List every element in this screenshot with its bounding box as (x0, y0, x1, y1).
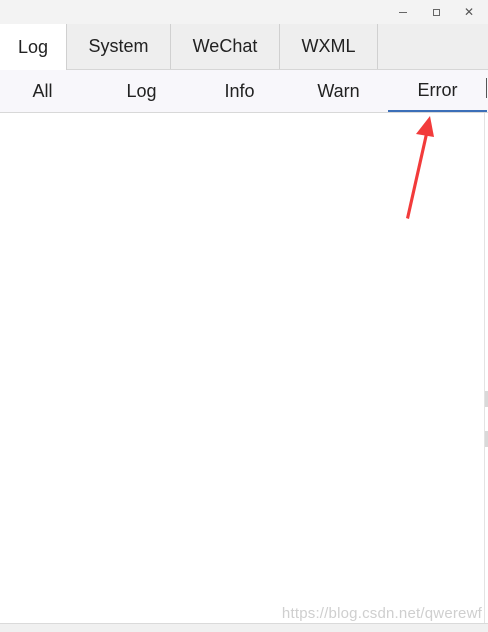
arrow-head (416, 116, 434, 137)
tab-label: Log (17, 36, 49, 57)
filter-tab-info[interactable]: Info (190, 70, 289, 112)
tab-log[interactable]: Log (0, 24, 67, 70)
maximize-icon (432, 8, 440, 16)
tab-wechat[interactable]: WeChat (171, 24, 280, 69)
tab-label: WXML (301, 36, 356, 56)
tab-label: System (88, 36, 149, 56)
filter-tab-log[interactable]: Log (92, 70, 191, 112)
tab-system[interactable]: System (67, 24, 171, 69)
overflow-divider (486, 78, 487, 98)
filter-tab-all[interactable]: All (0, 70, 92, 112)
annotation-arrow-icon (406, 116, 434, 219)
watermark: https://blog.csdn.net/qwerewf (281, 605, 482, 622)
tab-wxml[interactable]: WXML (280, 24, 378, 69)
filter-label: Info (224, 80, 255, 101)
tab-label: WeChat (192, 36, 258, 56)
panel-tab-bar: Log System WeChat WXML (0, 24, 488, 70)
filter-label: All (32, 80, 53, 101)
devtools-console-window: ✕ Log System WeChat WXML All Log Info Wa… (0, 0, 488, 632)
minimize-icon (399, 11, 407, 13)
minimize-button[interactable] (386, 0, 420, 24)
close-icon: ✕ (463, 5, 475, 19)
filter-tab-error[interactable]: Error (388, 70, 487, 112)
title-bar: ✕ (0, 0, 488, 24)
log-level-filter-bar: All Log Info Warn Error (0, 70, 488, 113)
arrow-shaft (406, 129, 429, 219)
filter-label: Error (417, 79, 458, 100)
maximize-button[interactable] (419, 0, 453, 24)
close-button[interactable]: ✕ (452, 0, 486, 24)
filter-label: Warn (317, 80, 360, 101)
filter-tab-warn[interactable]: Warn (289, 70, 388, 112)
status-bar (0, 623, 488, 632)
filter-label: Log (126, 80, 157, 101)
